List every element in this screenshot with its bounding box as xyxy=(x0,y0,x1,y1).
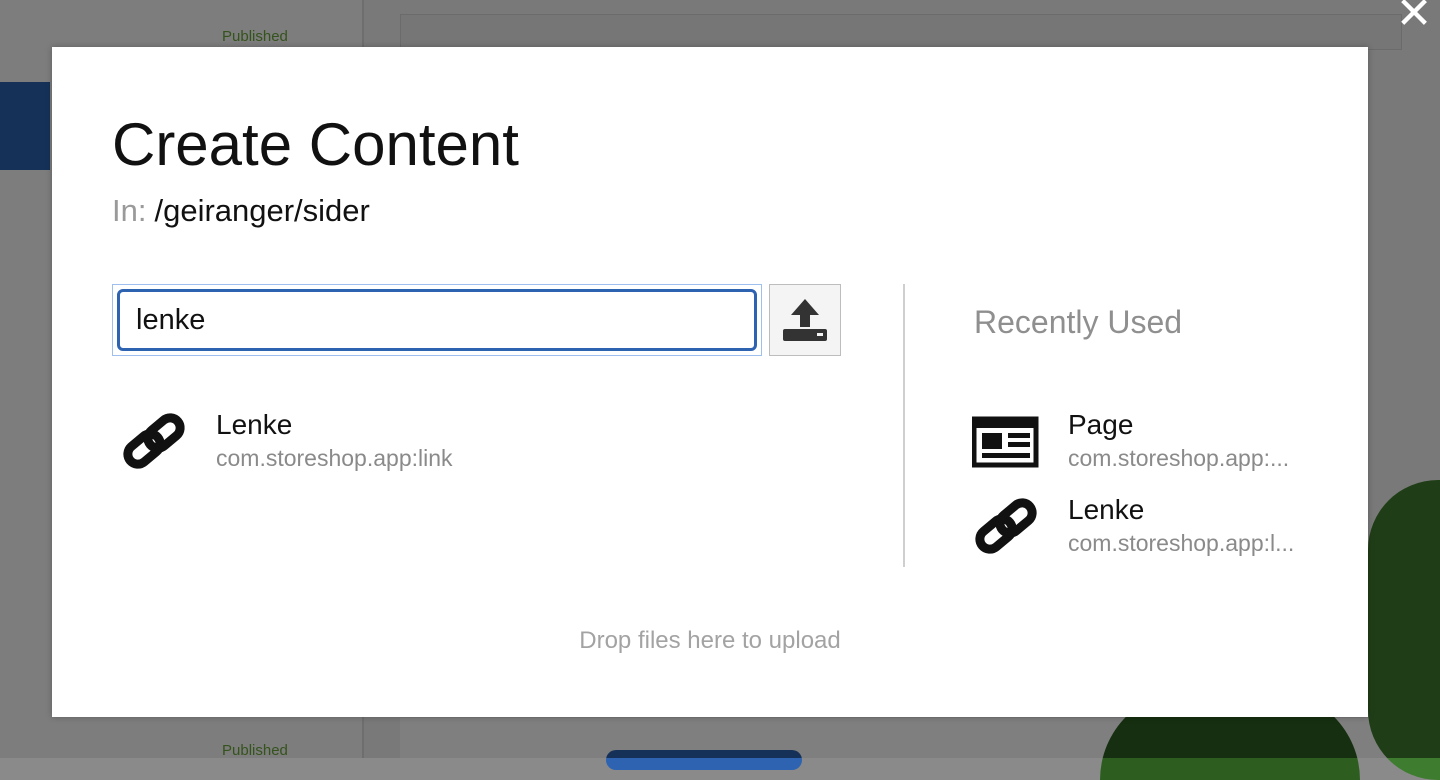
drop-files-hint: Drop files here to upload xyxy=(579,627,841,654)
content-type-name: Lenke xyxy=(216,409,293,440)
content-type-id: com.storeshop.app:l... xyxy=(1068,530,1295,556)
link-icon xyxy=(975,498,1037,554)
target-path: In:/geiranger/sider xyxy=(112,193,370,229)
path-label: In: xyxy=(112,193,147,228)
path-value: /geiranger/sider xyxy=(154,193,370,228)
upload-icon xyxy=(783,299,827,341)
content-type-search-input[interactable] xyxy=(117,289,757,351)
content-type-id: com.storeshop.app:... xyxy=(1068,445,1290,471)
search-field-wrapper xyxy=(112,284,762,356)
dialog-title: Create Content xyxy=(112,111,519,178)
list-item[interactable]: Lenke com.storeshop.app:link xyxy=(120,409,680,479)
content-type-name: Page xyxy=(1068,409,1134,440)
upload-button[interactable] xyxy=(769,284,841,356)
page-icon xyxy=(972,416,1039,468)
column-divider xyxy=(903,284,905,567)
recently-used-title: Recently Used xyxy=(974,304,1183,340)
recently-used-item[interactable]: Page com.storeshop.app:... xyxy=(972,409,1332,479)
content-type-id: com.storeshop.app:link xyxy=(216,445,453,471)
recently-used-item[interactable]: Lenke com.storeshop.app:l... xyxy=(972,494,1332,564)
close-modal-button[interactable]: ✕ xyxy=(1392,0,1436,36)
link-icon xyxy=(123,413,185,469)
create-content-dialog: Create Content In:/geiranger/sider Lenke… xyxy=(52,47,1368,717)
content-type-name: Lenke xyxy=(1068,494,1145,525)
